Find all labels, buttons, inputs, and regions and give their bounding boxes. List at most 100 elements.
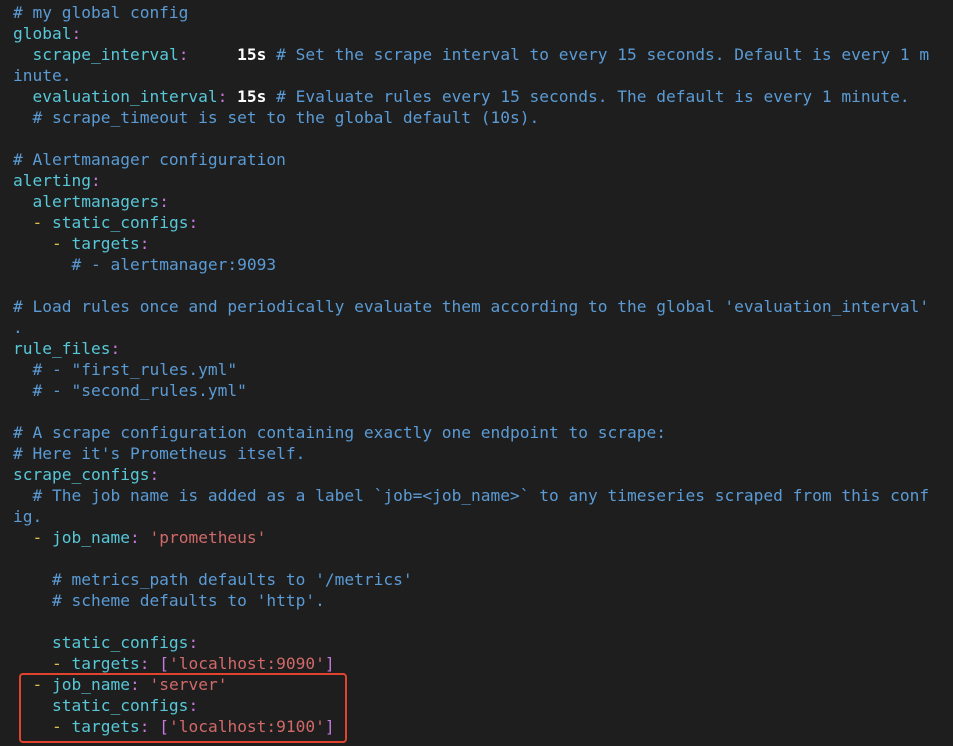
- code-token: [: [159, 717, 169, 736]
- code-token: :: [159, 192, 169, 211]
- code-token: # metrics_path defaults to '/metrics': [51, 570, 413, 589]
- code-token: scrape_interval: [32, 45, 179, 64]
- code-token: # my global config: [13, 3, 189, 22]
- code-line: - targets:: [13, 233, 948, 254]
- code-line: alertmanagers:: [13, 191, 948, 212]
- code-line: # - "first_rules.yml": [13, 359, 948, 380]
- code-token: :: [188, 633, 199, 652]
- code-line: global:: [13, 23, 948, 44]
- code-line: # - alertmanager:9093: [13, 254, 948, 275]
- code-line: - targets: ['localhost:9100']: [13, 716, 948, 737]
- code-token: ]: [324, 717, 335, 736]
- code-token: targets: [71, 234, 140, 253]
- code-token: scrape_configs: [13, 465, 150, 484]
- code-token: evaluation_interval: [32, 87, 218, 106]
- code-token: 15s: [237, 45, 267, 64]
- code-line: alerting:: [13, 170, 948, 191]
- code-editor[interactable]: # my global config global: scrape_interva…: [13, 2, 948, 746]
- code-token: :: [129, 528, 140, 547]
- code-line: static_configs:: [13, 632, 948, 653]
- code-token: :: [90, 171, 101, 190]
- code-line: ig.: [13, 506, 948, 527]
- code-token: 'localhost:9100': [168, 717, 325, 736]
- code-token: :: [139, 654, 150, 673]
- code-token: # Alertmanager configuration: [13, 150, 286, 169]
- code-token: # Set the scrape interval to every 15 se…: [266, 45, 930, 64]
- code-token: [: [159, 654, 169, 673]
- code-token: :: [217, 87, 228, 106]
- code-line: - job_name: 'server': [13, 674, 948, 695]
- code-token: static_configs: [51, 633, 189, 652]
- code-token: -: [32, 213, 43, 232]
- code-token: # - "second_rules.yml": [32, 381, 247, 400]
- code-token: :: [188, 696, 199, 715]
- code-token: # Here it's Prometheus itself.: [13, 444, 306, 463]
- code-token: 'localhost:9090': [168, 654, 325, 673]
- code-token: :: [129, 675, 140, 694]
- code-line: # metrics_path defaults to '/metrics': [13, 569, 948, 590]
- code-token: -: [51, 654, 62, 673]
- code-line: rule_files:: [13, 338, 948, 359]
- code-token: # scrape_timeout is set to the global de…: [32, 108, 540, 127]
- code-line: scrape_interval: 15s # Set the scrape in…: [13, 44, 948, 65]
- code-token: :: [188, 213, 199, 232]
- code-token: -: [51, 717, 62, 736]
- code-line: - targets: ['localhost:9090']: [13, 653, 948, 674]
- code-token: 'server': [149, 675, 228, 694]
- code-token: rule_files: [13, 339, 111, 358]
- code-token: # Evaluate rules every 15 seconds. The d…: [266, 87, 910, 106]
- code-line: inute.: [13, 65, 948, 86]
- code-token: static_configs: [52, 213, 189, 232]
- code-token: :: [139, 717, 150, 736]
- code-token: # scheme defaults to 'http'.: [51, 591, 325, 610]
- code-token: :: [149, 465, 160, 484]
- code-token: targets: [71, 654, 140, 673]
- code-token: -: [51, 234, 62, 253]
- code-line: # Here it's Prometheus itself.: [13, 443, 948, 464]
- code-line: # scrape_timeout is set to the global de…: [13, 107, 948, 128]
- code-token: targets: [71, 717, 140, 736]
- code-token: ig.: [13, 507, 43, 526]
- code-token: :: [71, 24, 82, 43]
- code-token: # A scrape configuration containing exac…: [13, 423, 666, 442]
- code-line: # scheme defaults to 'http'.: [13, 590, 948, 611]
- code-line: # The job name is added as a label `job=…: [13, 485, 948, 506]
- code-line: - job_name: 'prometheus': [13, 527, 948, 548]
- code-line: evaluation_interval: 15s # Evaluate rule…: [13, 86, 948, 107]
- code-token: alertmanagers: [32, 192, 160, 211]
- code-line: # Alertmanager configuration: [13, 149, 948, 170]
- code-token: alerting: [13, 171, 91, 190]
- code-token: # The job name is added as a label `job=…: [32, 486, 930, 505]
- code-line: - static_configs:: [13, 212, 948, 233]
- code-token: 15s: [237, 87, 267, 106]
- code-token: job_name: [52, 528, 130, 547]
- code-line: .: [13, 317, 948, 338]
- code-line: # my global config: [13, 2, 948, 23]
- code-line: static_configs:: [13, 695, 948, 716]
- code-token: :: [110, 339, 121, 358]
